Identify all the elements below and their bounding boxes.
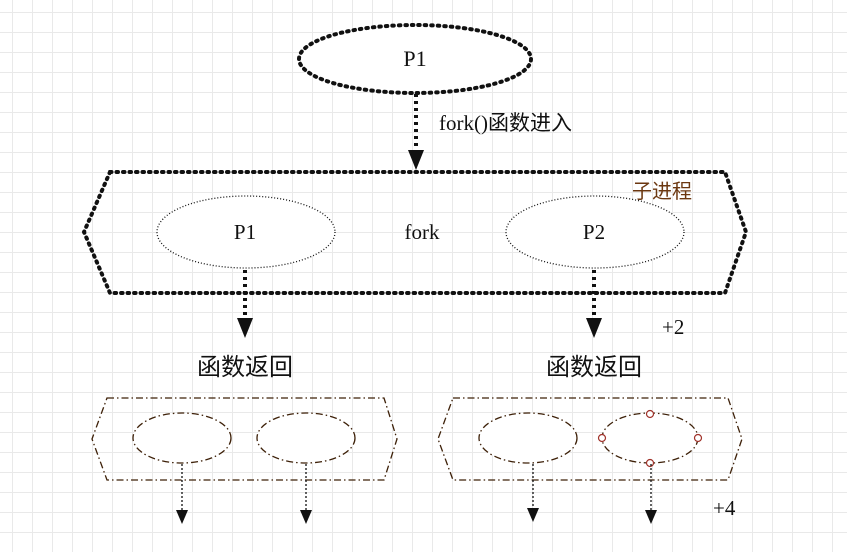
bottom-left-ellipse-2 bbox=[256, 412, 356, 464]
bottom-left-ellipse-1 bbox=[132, 412, 232, 464]
bottom-left-container[interactable] bbox=[91, 397, 398, 481]
root-process-label: P1 bbox=[403, 46, 426, 71]
bottom-right-container[interactable] bbox=[437, 397, 743, 481]
p2-return-arrowhead bbox=[586, 318, 602, 338]
child-p1-node[interactable]: P1 bbox=[156, 195, 336, 269]
fork-enter-arrowhead bbox=[408, 150, 424, 170]
root-process-node[interactable]: P1 bbox=[297, 23, 533, 95]
return-label-right: 函数返回 bbox=[546, 354, 642, 381]
fork-process-diagram: P1 fork()函数进入 子进程 fork P1 P2 +2 函数返回 函数返… bbox=[81, 23, 749, 524]
plus4-label: +4 bbox=[713, 496, 736, 520]
child-p1-label: P1 bbox=[234, 220, 256, 244]
child-p2-label: P2 bbox=[583, 220, 605, 244]
p1-return-arrowhead bbox=[237, 318, 253, 338]
plus2-label: +2 bbox=[662, 315, 684, 339]
diagram-canvas: P1 fork()函数进入 子进程 fork P1 P2 +2 函数返回 函数返… bbox=[0, 0, 847, 552]
child-p2-node[interactable]: P2 bbox=[505, 195, 685, 269]
bottom-arrowhead-3 bbox=[527, 508, 539, 522]
resize-handle-left[interactable] bbox=[597, 433, 607, 443]
bottom-arrowhead-4 bbox=[645, 510, 657, 524]
bottom-arrowhead-1 bbox=[176, 510, 188, 524]
fork-container[interactable]: 子进程 fork P1 P2 bbox=[81, 170, 749, 295]
bottom-right-ellipse-2 bbox=[601, 412, 699, 464]
resize-handle-right[interactable] bbox=[693, 433, 703, 443]
return-label-left: 函数返回 bbox=[197, 354, 293, 381]
fork-enter-label: fork()函数进入 bbox=[439, 111, 572, 135]
child-process-label: 子进程 bbox=[632, 180, 692, 203]
resize-handle-top[interactable] bbox=[645, 409, 655, 419]
resize-handle-bottom[interactable] bbox=[645, 458, 655, 468]
fork-label: fork bbox=[405, 220, 440, 244]
bottom-arrowhead-2 bbox=[300, 510, 312, 524]
bottom-right-ellipse-1 bbox=[478, 412, 578, 464]
bottom-right-ellipse-2-selected[interactable] bbox=[597, 409, 703, 468]
